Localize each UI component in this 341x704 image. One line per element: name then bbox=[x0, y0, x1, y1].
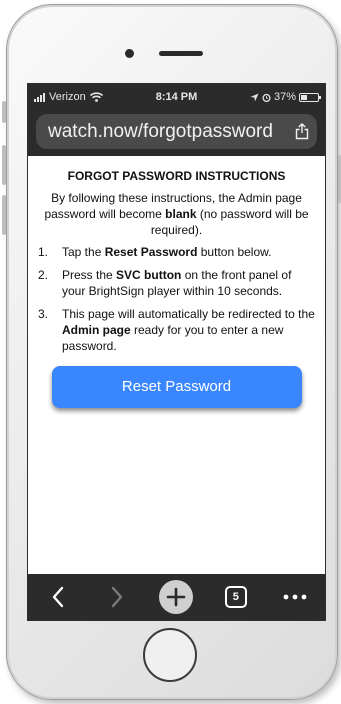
intro-bold: blank bbox=[165, 207, 197, 221]
step-number: 3. bbox=[38, 307, 49, 321]
carrier-label: Verizon bbox=[49, 91, 86, 103]
home-button[interactable] bbox=[143, 628, 197, 682]
earpiece-speaker bbox=[159, 51, 203, 56]
instruction-step: 3. This page will automatically be redir… bbox=[38, 306, 315, 354]
address-bar[interactable]: watch.now/forgotpassword bbox=[36, 114, 317, 149]
volume-up-button bbox=[2, 145, 6, 185]
step-bold: SVC button bbox=[116, 268, 182, 282]
step-text-start: This page will automatically be redirect… bbox=[62, 307, 315, 321]
browser-toolbar: 5 bbox=[28, 574, 325, 620]
battery-level bbox=[301, 94, 307, 100]
mute-switch bbox=[2, 101, 6, 123]
url-text[interactable]: watch.now/forgotpassword bbox=[48, 121, 273, 143]
new-tab-button[interactable] bbox=[156, 577, 196, 617]
step-text-start: Tap the bbox=[62, 245, 105, 259]
battery-icon bbox=[299, 92, 321, 102]
forward-arrow-icon[interactable] bbox=[97, 577, 137, 617]
more-dots-icon[interactable] bbox=[275, 577, 315, 617]
step-text-start: Press the bbox=[62, 268, 117, 282]
alarm-icon bbox=[262, 93, 271, 102]
step-bold: Admin page bbox=[62, 323, 131, 337]
step-text-end: button below. bbox=[197, 245, 272, 259]
step-number: 1. bbox=[38, 245, 49, 259]
step-text: Tap the Reset Password button below. bbox=[62, 244, 315, 260]
address-bar-area: watch.now/forgotpassword bbox=[28, 110, 325, 156]
phone-screen: Verizon 8:14 PM 37% watch.now/forgotpass… bbox=[27, 83, 326, 621]
step-number: 2. bbox=[38, 268, 49, 282]
tabs-icon: 5 bbox=[224, 586, 247, 608]
step-bold: Reset Password bbox=[104, 245, 198, 259]
instruction-step: 1. Tap the Reset Password button below. bbox=[38, 244, 315, 260]
tabs-button[interactable]: 5 bbox=[216, 577, 256, 617]
instruction-step: 2. Press the SVC button on the front pan… bbox=[38, 267, 315, 299]
page-title: FORGOT PASSWORD INSTRUCTIONS bbox=[67, 169, 286, 183]
step-text: Press the SVC button on the front panel … bbox=[62, 267, 315, 299]
signal-bars-icon bbox=[34, 92, 45, 102]
step-text: This page will automatically be redirect… bbox=[62, 306, 315, 354]
page-content: FORGOT PASSWORD INSTRUCTIONS By followin… bbox=[28, 156, 325, 408]
reset-password-button[interactable]: Reset Password bbox=[51, 366, 302, 408]
plus-icon bbox=[159, 580, 194, 614]
battery-percent: 37% bbox=[273, 91, 296, 103]
status-bar: Verizon 8:14 PM 37% bbox=[28, 84, 325, 110]
volume-down-button bbox=[2, 195, 6, 235]
back-arrow-icon[interactable] bbox=[38, 577, 78, 617]
intro-paragraph: By following these instructions, the Adm… bbox=[38, 190, 315, 238]
wifi-icon bbox=[89, 92, 103, 102]
share-icon[interactable] bbox=[295, 123, 309, 140]
front-camera bbox=[125, 49, 134, 58]
location-arrow-icon bbox=[250, 92, 259, 102]
